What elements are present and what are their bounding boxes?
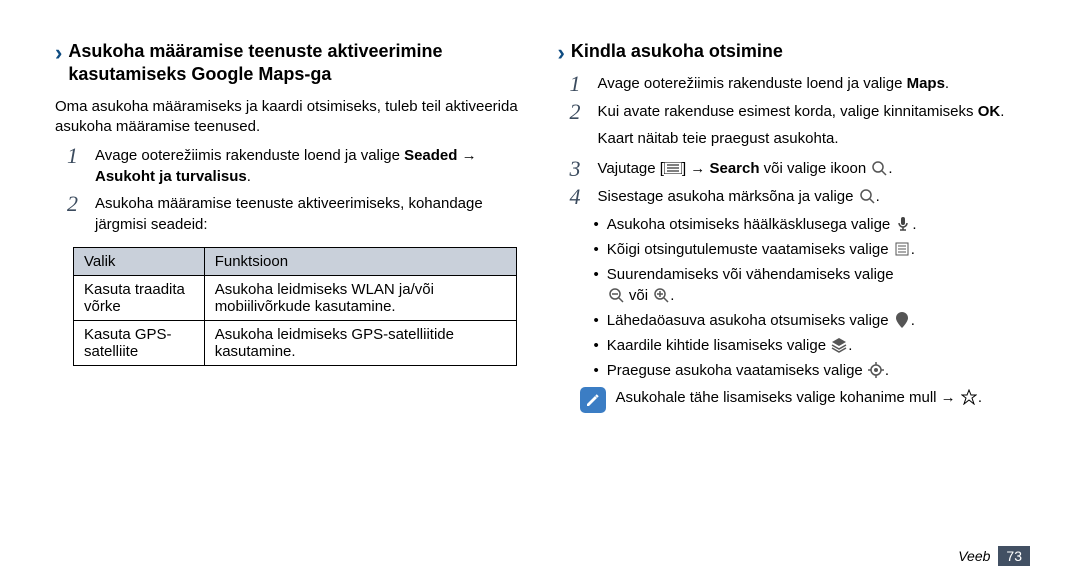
bullet-6: • Praeguse asukoha vaatamiseks valige . xyxy=(558,360,1031,381)
step2-after: Kaart näitab teie praegust asukohta. xyxy=(558,129,1031,149)
footer-section-label: Veeb xyxy=(958,548,990,564)
bullet-dot: • xyxy=(594,239,599,260)
table-header-col2: Funktsioon xyxy=(204,248,516,276)
my-location-icon xyxy=(867,361,885,379)
left-column: › Asukoha määramise teenuste aktiveerimi… xyxy=(55,40,528,506)
table-row: Kasuta traadita võrke Asukoha leidmiseks… xyxy=(74,276,517,321)
bullet-1: • Asukoha otsimiseks häälkäsklusega vali… xyxy=(558,214,1031,235)
menu-key-icon xyxy=(664,159,682,177)
step-number: 2 xyxy=(570,101,588,123)
step-text: Avage ooterežiimis rakenduste loend ja v… xyxy=(95,145,528,187)
right-step-1: 1 Avage ooterežiimis rakenduste loend ja… xyxy=(558,73,1031,95)
page-footer: Veeb 73 xyxy=(958,546,1030,566)
step-text: Sisestage asukoha märksõna ja valige . xyxy=(598,186,880,207)
right-column: › Kindla asukoha otsimine 1 Avage ootere… xyxy=(558,40,1031,506)
place-marker-icon xyxy=(893,311,911,329)
bullet-4: • Lähedaöasuva asukoha otsumiseks valige… xyxy=(558,310,1031,331)
zoom-out-icon xyxy=(607,286,625,304)
page-number: 73 xyxy=(998,546,1030,566)
zoom-in-icon xyxy=(652,286,670,304)
list-icon xyxy=(893,240,911,258)
bullet-dot: • xyxy=(594,264,599,285)
step-number: 1 xyxy=(570,73,588,95)
bullet-dot: • xyxy=(594,214,599,235)
right-step-3: 3 Vajutage [] → Search või valige ikoon … xyxy=(558,158,1031,180)
search-icon xyxy=(858,187,876,205)
star-icon xyxy=(960,388,978,406)
right-heading: › Kindla asukoha otsimine xyxy=(558,40,1031,63)
left-heading: › Asukoha määramise teenuste aktiveerimi… xyxy=(55,40,528,87)
step-number: 4 xyxy=(570,186,588,208)
bullet-3: • Suurendamiseks või vähendamiseks valig… xyxy=(558,264,1031,306)
bullet-2: • Kõigi otsingutulemuste vaatamiseks val… xyxy=(558,239,1031,260)
step-number: 1 xyxy=(67,145,85,167)
table-header-col1: Valik xyxy=(74,248,205,276)
step-text: Vajutage [] → Search või valige ikoon . xyxy=(598,158,893,179)
step-text: Asukoha määramise teenuste aktiveerimise… xyxy=(95,193,528,235)
options-table: Valik Funktsioon Kasuta traadita võrke A… xyxy=(73,247,517,366)
left-step-2: 2 Asukoha määramise teenuste aktiveerimi… xyxy=(55,193,528,235)
step-text: Avage ooterežiimis rakenduste loend ja v… xyxy=(598,73,950,94)
note-text: Asukohale tähe lisamiseks valige kohanim… xyxy=(616,387,983,408)
note-block: Asukohale tähe lisamiseks valige kohanim… xyxy=(558,387,1031,413)
bullet-dot: • xyxy=(594,335,599,356)
chevron-icon: › xyxy=(55,42,62,64)
right-heading-text: Kindla asukoha otsimine xyxy=(571,40,783,63)
note-icon xyxy=(580,387,606,413)
step-number: 2 xyxy=(67,193,85,215)
search-icon xyxy=(870,159,888,177)
left-intro: Oma asukoha määramiseks ja kaardi otsimi… xyxy=(55,97,528,138)
right-step-2: 2 Kui avate rakenduse esimest korda, val… xyxy=(558,101,1031,123)
bullet-dot: • xyxy=(594,310,599,331)
right-step-4: 4 Sisestage asukoha märksõna ja valige . xyxy=(558,186,1031,208)
bullet-dot: • xyxy=(594,360,599,381)
step-text: Kui avate rakenduse esimest korda, valig… xyxy=(598,101,1005,122)
left-step-1: 1 Avage ooterežiimis rakenduste loend ja… xyxy=(55,145,528,187)
mic-icon xyxy=(894,215,912,233)
table-row: Kasuta GPS-satelliite Asukoha leidmiseks… xyxy=(74,321,517,366)
step-number: 3 xyxy=(570,158,588,180)
bullet-5: • Kaardile kihtide lisamiseks valige . xyxy=(558,335,1031,356)
layers-icon xyxy=(830,336,848,354)
left-heading-text: Asukoha määramise teenuste aktiveerimine… xyxy=(68,40,527,87)
chevron-icon: › xyxy=(558,42,565,64)
